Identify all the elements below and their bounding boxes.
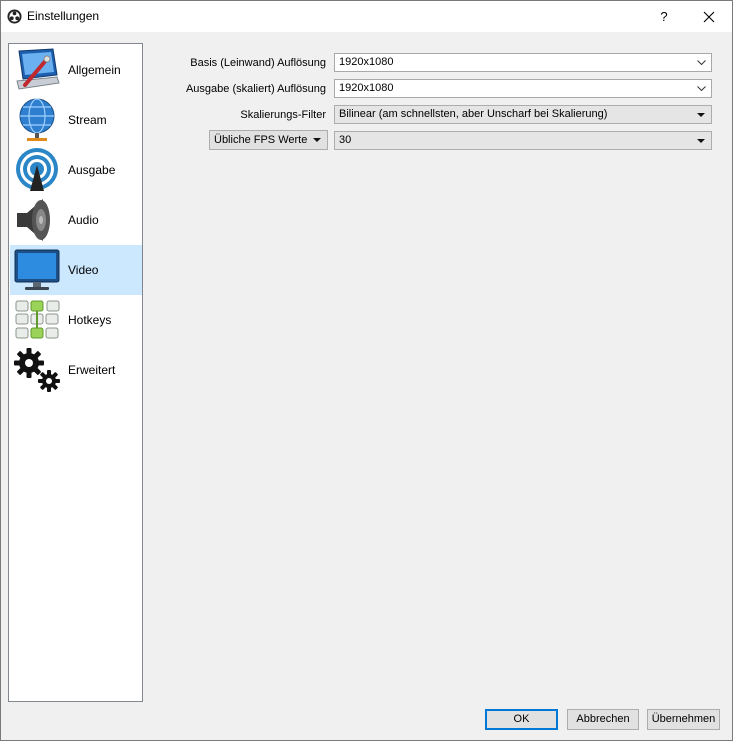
dropdown-arrow-icon xyxy=(312,131,322,149)
gears-icon xyxy=(14,348,60,392)
apply-button[interactable]: Übernehmen xyxy=(647,709,720,730)
settings-sidebar: Allgemein Stream Ausgabe Audio Video Hot… xyxy=(8,43,143,702)
fps-type-dropdown[interactable]: Übliche FPS Werte xyxy=(209,130,328,150)
sidebar-item-erweitert[interactable]: Erweitert xyxy=(10,345,142,395)
dropdown-arrow-icon xyxy=(696,132,706,149)
sidebar-item-label: Hotkeys xyxy=(68,313,112,327)
base-resolution-label: Basis (Leinwand) Auflösung xyxy=(190,57,326,69)
obs-logo-icon xyxy=(7,9,22,24)
sidebar-item-video[interactable]: Video xyxy=(10,245,142,295)
sidebar-item-label: Audio xyxy=(68,213,99,227)
sidebar-item-stream[interactable]: Stream xyxy=(10,95,142,145)
chevron-down-icon xyxy=(696,80,706,97)
keyboard-icon xyxy=(15,300,60,339)
fps-value: 30 xyxy=(339,134,352,146)
output-resolution-label: Ausgabe (skaliert) Auflösung xyxy=(185,83,326,95)
dropdown-arrow-icon xyxy=(696,106,706,123)
sidebar-item-label: Allgemein xyxy=(68,63,121,77)
output-resolution-value: 1920x1080 xyxy=(339,82,394,94)
window-title: Einstellungen xyxy=(27,9,100,23)
sidebar-item-label: Ausgabe xyxy=(68,163,116,177)
speaker-icon xyxy=(17,199,50,241)
scale-filter-select[interactable]: Bilinear (am schnellsten, aber Unscharf … xyxy=(334,105,712,124)
settings-window: Einstellungen ? Allgemein Stream Ausgabe… xyxy=(0,0,733,741)
sidebar-item-hotkeys[interactable]: Hotkeys xyxy=(10,295,142,345)
output-broadcast-icon xyxy=(16,148,58,191)
sidebar-item-label: Stream xyxy=(68,113,107,127)
sidebar-item-label: Erweitert xyxy=(68,363,116,377)
sidebar-item-label: Video xyxy=(68,263,99,277)
scale-filter-label: Skalierungs-Filter xyxy=(240,109,326,121)
base-resolution-value: 1920x1080 xyxy=(339,56,394,68)
general-icon xyxy=(16,48,60,90)
sidebar-item-allgemein[interactable]: Allgemein xyxy=(10,45,142,95)
scale-filter-value: Bilinear (am schnellsten, aber Unscharf … xyxy=(339,108,608,120)
fps-type-label: Übliche FPS Werte xyxy=(214,134,308,146)
sidebar-item-ausgabe[interactable]: Ausgabe xyxy=(10,145,142,195)
chevron-down-icon xyxy=(696,54,706,71)
output-resolution-combo[interactable]: 1920x1080 xyxy=(334,79,712,98)
close-button[interactable] xyxy=(693,1,725,32)
ok-button[interactable]: OK xyxy=(485,709,558,730)
monitor-icon xyxy=(14,249,60,290)
cancel-button[interactable]: Abbrechen xyxy=(567,709,639,730)
help-button[interactable]: ? xyxy=(649,1,679,32)
title-bar: Einstellungen ? xyxy=(1,1,732,32)
close-icon xyxy=(703,11,715,22)
fps-value-select[interactable]: 30 xyxy=(334,131,712,150)
base-resolution-combo[interactable]: 1920x1080 xyxy=(334,53,712,72)
stream-globe-icon xyxy=(19,98,55,141)
sidebar-item-audio[interactable]: Audio xyxy=(10,195,142,245)
